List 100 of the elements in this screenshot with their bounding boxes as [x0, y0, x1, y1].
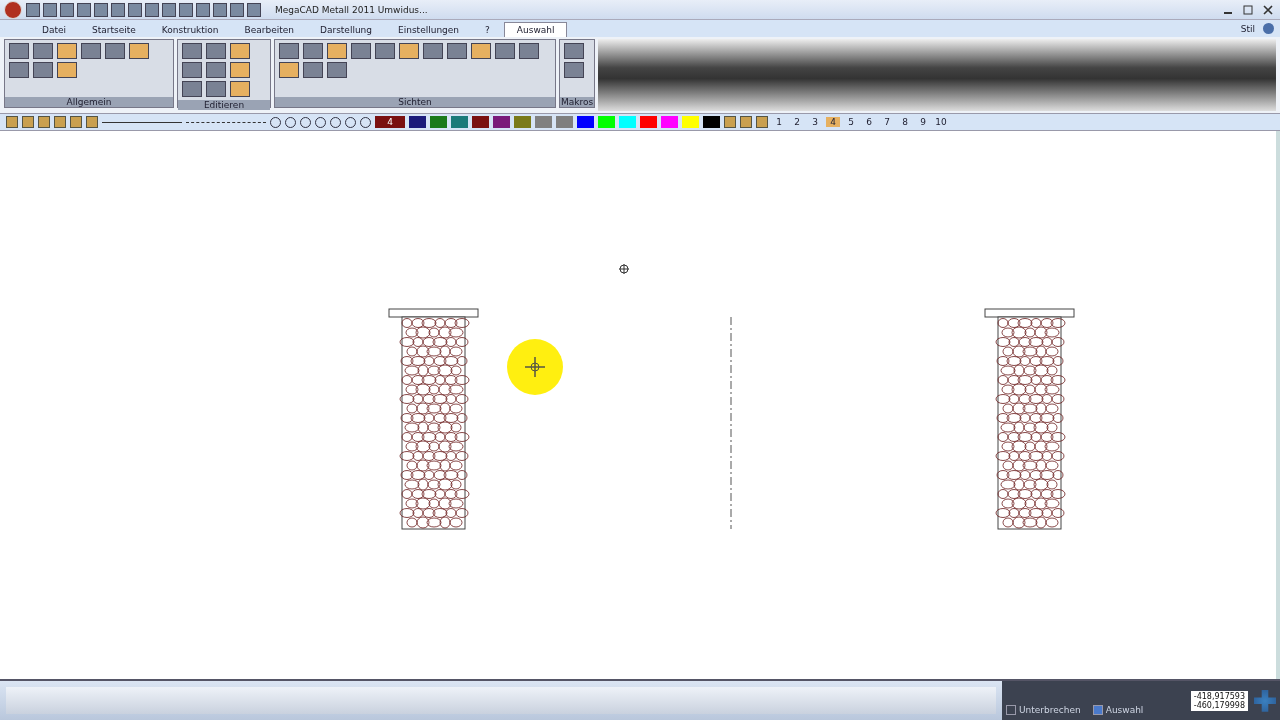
toolbar-icon[interactable] — [70, 116, 82, 129]
ribbon-tab[interactable]: Einstellungen — [386, 22, 472, 37]
toolbar-icon[interactable] — [128, 2, 142, 17]
toolbar-icon[interactable] — [145, 2, 159, 17]
ribbon-tab[interactable]: ? — [473, 22, 502, 37]
ribbon-icon[interactable] — [206, 61, 226, 78]
ribbon-icon[interactable] — [279, 42, 299, 59]
color-swatch[interactable] — [451, 116, 468, 129]
toolbar-icon[interactable] — [756, 116, 768, 129]
ribbon-icon[interactable] — [182, 61, 202, 78]
ribbon-icon[interactable] — [57, 42, 77, 59]
ribbon-icon[interactable] — [327, 42, 347, 59]
color-swatch[interactable] — [661, 116, 678, 129]
ribbon-icon[interactable] — [206, 42, 226, 59]
layer-button[interactable]: 10 — [934, 117, 948, 128]
toolbar-icon[interactable] — [60, 2, 74, 17]
color-swatch[interactable] — [640, 116, 657, 129]
ribbon-tab[interactable]: Bearbeiten — [232, 22, 306, 37]
toolbar-icon[interactable] — [77, 2, 91, 17]
layer-button[interactable]: 5 — [844, 117, 858, 128]
toolbar-icon[interactable] — [196, 2, 210, 17]
color-swatch[interactable] — [472, 116, 489, 129]
ribbon-icon[interactable] — [9, 42, 29, 59]
ribbon-icon[interactable] — [303, 61, 323, 78]
layer-button[interactable]: 9 — [916, 117, 930, 128]
help-icon[interactable] — [1263, 22, 1274, 34]
layer-button[interactable]: 6 — [862, 117, 876, 128]
ribbon-icon[interactable] — [519, 42, 539, 59]
ribbon-icon[interactable] — [375, 42, 395, 59]
toolbar-icon[interactable] — [54, 116, 66, 129]
toolbar-icon[interactable] — [26, 2, 40, 17]
ribbon-icon[interactable] — [564, 61, 584, 78]
option-checkbox[interactable]: Unterbrechen — [1006, 705, 1081, 715]
close-icon[interactable] — [1263, 4, 1273, 15]
ribbon-icon[interactable] — [351, 42, 371, 59]
color-swatch[interactable] — [682, 116, 699, 129]
line-style-selector[interactable] — [102, 121, 182, 123]
ribbon-tab[interactable]: Konstruktion — [149, 22, 231, 37]
color-swatch[interactable] — [619, 116, 636, 129]
option-checkbox[interactable]: Auswahl — [1092, 705, 1144, 715]
toolbar-icon[interactable] — [86, 116, 98, 129]
layer-button[interactable]: 3 — [808, 117, 822, 128]
ribbon-icon[interactable] — [564, 42, 584, 59]
ribbon-icon[interactable] — [33, 42, 53, 59]
ribbon-tab[interactable]: Startseite — [80, 22, 148, 37]
maximize-icon[interactable] — [1243, 4, 1253, 15]
ribbon-icon[interactable] — [447, 42, 467, 59]
toolbar-icon[interactable] — [162, 2, 176, 17]
toolbar-icon[interactable] — [213, 2, 227, 17]
ribbon-icon[interactable] — [495, 42, 515, 59]
ribbon-icon[interactable] — [81, 42, 101, 59]
toolbar-icon[interactable] — [22, 116, 34, 129]
ribbon-icon[interactable] — [182, 80, 202, 97]
ribbon-icon[interactable] — [303, 42, 323, 59]
layer-button[interactable]: 4 — [826, 117, 840, 128]
ribbon-icon[interactable] — [327, 61, 347, 78]
toolbar-icon[interactable] — [724, 116, 736, 129]
color-swatch[interactable] — [493, 116, 510, 129]
color-swatch[interactable] — [577, 116, 594, 129]
color-swatch[interactable] — [535, 116, 552, 129]
ribbon-icon[interactable] — [206, 80, 226, 97]
ribbon-icon[interactable] — [230, 61, 250, 78]
toolbar-icon[interactable] — [179, 2, 193, 17]
toolbar-icon[interactable] — [38, 116, 50, 129]
toolbar-icon[interactable] — [111, 2, 125, 17]
current-color-swatch[interactable]: 4 — [375, 116, 405, 129]
color-swatch[interactable] — [430, 116, 447, 129]
ribbon-icon[interactable] — [230, 80, 250, 97]
layer-button[interactable]: 8 — [898, 117, 912, 128]
app-logo-icon[interactable] — [4, 0, 22, 19]
color-swatch[interactable] — [514, 116, 531, 129]
dash-style-selector[interactable] — [186, 121, 266, 123]
color-swatch[interactable] — [556, 116, 573, 129]
layer-button[interactable]: 2 — [790, 117, 804, 128]
ribbon-icon[interactable] — [105, 42, 125, 59]
ribbon-icon[interactable] — [182, 42, 202, 59]
ribbon-icon[interactable] — [471, 42, 491, 59]
layer-button[interactable]: 7 — [880, 117, 894, 128]
ribbon-tab[interactable]: Auswahl — [503, 21, 568, 37]
ribbon-icon[interactable] — [129, 42, 149, 59]
color-swatch[interactable] — [703, 116, 720, 129]
toolbar-icon[interactable] — [43, 2, 57, 17]
toolbar-icon[interactable] — [740, 116, 752, 129]
ribbon-icon[interactable] — [33, 61, 53, 78]
ribbon-tab[interactable]: Datei — [30, 22, 78, 37]
color-swatch[interactable] — [409, 116, 426, 129]
toolbar-icon[interactable] — [247, 2, 261, 17]
style-dropdown[interactable]: Stil — [1240, 23, 1255, 34]
layer-button[interactable]: 1 — [772, 117, 786, 128]
color-swatch[interactable] — [598, 116, 615, 129]
toolbar-icon[interactable] — [94, 2, 108, 17]
ribbon-icon[interactable] — [57, 61, 77, 78]
ribbon-icon[interactable] — [9, 61, 29, 78]
ribbon-icon[interactable] — [230, 42, 250, 59]
ribbon-icon[interactable] — [279, 61, 299, 78]
toolbar-icon[interactable] — [6, 116, 18, 129]
ribbon-icon[interactable] — [423, 42, 443, 59]
toolbar-icon[interactable] — [230, 2, 244, 17]
ribbon-icon[interactable] — [399, 42, 419, 59]
ribbon-tab[interactable]: Darstellung — [308, 22, 385, 37]
